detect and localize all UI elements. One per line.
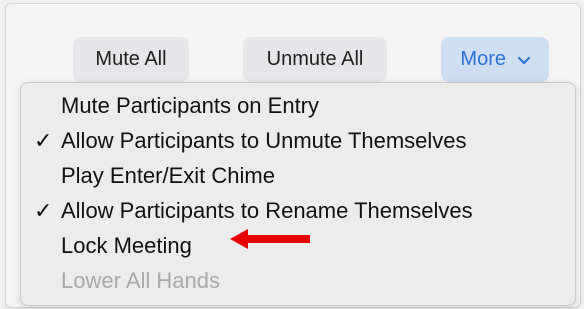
mute-all-button[interactable]: Mute All [73,37,189,82]
checkmark-icon: ✓ [34,128,53,153]
checkmark-icon: ✓ [34,198,53,223]
menu-item-lock-meeting[interactable]: Lock Meeting [61,232,192,260]
more-button-label: More [460,48,506,70]
menu-item-play-enter-exit-chime[interactable]: Play Enter/Exit Chime [61,162,275,190]
menu-item-allow-rename-themselves[interactable]: Allow Participants to Rename Themselves [61,197,473,225]
red-arrow-icon [230,229,312,249]
more-options-menu: Mute Participants on Entry ✓ Allow Parti… [20,82,576,306]
menu-item-allow-unmute-themselves[interactable]: Allow Participants to Unmute Themselves [61,127,467,155]
chevron-down-icon [517,37,530,82]
unmute-all-button[interactable]: Unmute All [243,37,387,82]
menu-item-mute-participants-on-entry[interactable]: Mute Participants on Entry [61,92,319,120]
more-button[interactable]: More [441,37,549,82]
menu-item-lower-all-hands: Lower All Hands [61,268,220,293]
